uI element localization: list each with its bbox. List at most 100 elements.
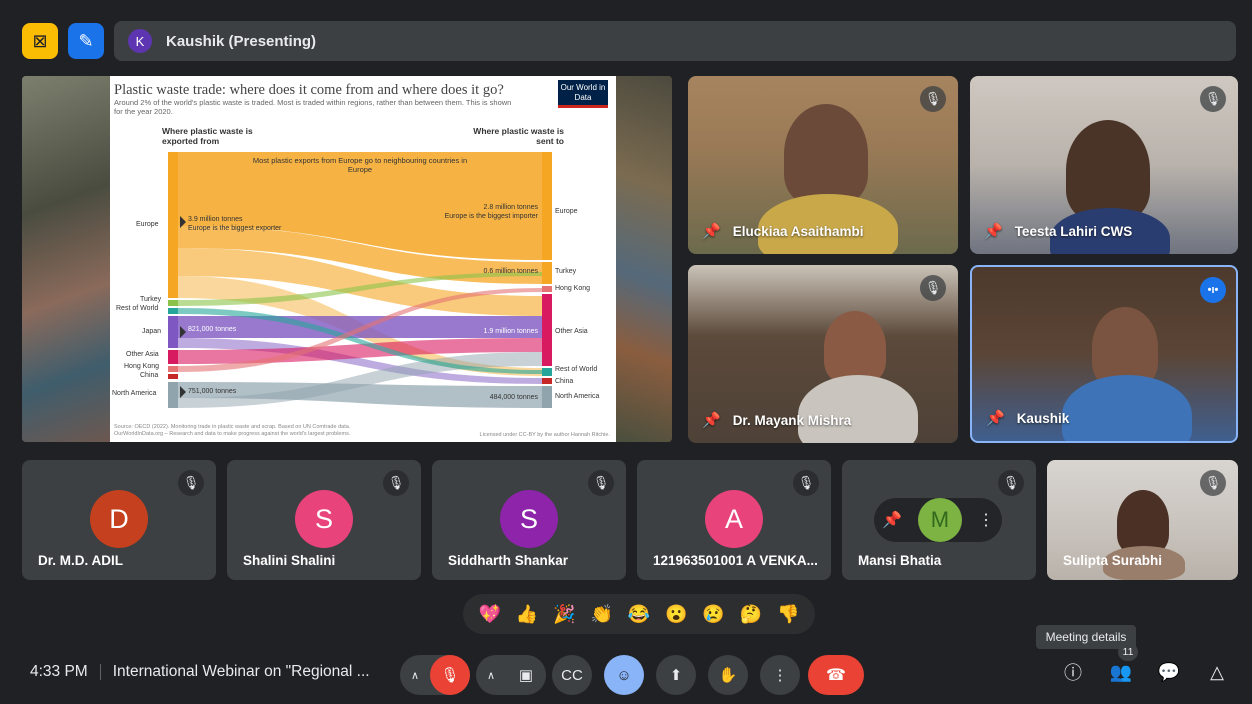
mic-off-icon: 🎙 <box>588 470 614 496</box>
node-japan-left <box>168 316 178 348</box>
presenter-label: Kaushik (Presenting) <box>166 32 317 50</box>
small-tile-siddharth[interactable]: S 🎙 Siddharth Shankar <box>432 460 626 580</box>
emoji-icon[interactable]: ☺ <box>604 655 644 695</box>
mic-off-icon[interactable]: 🎙 <box>430 655 470 695</box>
end-call-icon[interactable]: ☎ <box>808 655 864 695</box>
small-tile-venka[interactable]: A 🎙 121963501001 A VENKA... <box>637 460 831 580</box>
left-label-row: Rest of World <box>116 305 159 312</box>
camera-pill: ∧ ▣ <box>476 655 546 695</box>
pin-icon[interactable]: 📌 <box>986 409 1005 427</box>
right-label-china: China <box>555 378 574 385</box>
label-europe-export: 3.9 million tonnes <box>188 216 243 223</box>
node-row-left <box>168 308 178 314</box>
person-silhouette <box>784 104 868 204</box>
avatar: S <box>295 490 353 548</box>
small-tile-mansi[interactable]: 📌 M ⋮ 🎙 Mansi Bhatia <box>842 460 1036 580</box>
reaction-thumbs-down[interactable]: 👎 <box>777 604 799 625</box>
participant-name: Shalini Shalini <box>243 553 336 568</box>
pin-icon[interactable]: 📌 <box>984 222 1003 240</box>
pin-icon[interactable]: 📌 <box>702 411 721 429</box>
label-europe-import: 2.8 million tonnes <box>483 204 538 211</box>
pin-icon[interactable]: 📌 <box>702 222 721 240</box>
activities-icon[interactable]: △ <box>1204 659 1230 685</box>
camera-options-chevron-icon[interactable]: ∧ <box>476 669 506 682</box>
right-label-hongkong: Hong Kong <box>555 285 591 292</box>
small-tile-shalini[interactable]: S 🎙 Shalini Shalini <box>227 460 421 580</box>
person-silhouette <box>824 311 886 383</box>
slide-background-left <box>22 76 110 442</box>
mic-off-icon: 🎙 <box>920 275 946 301</box>
slide-license: Licensed under CC-BY by the author Hanna… <box>479 432 610 438</box>
pin-icon[interactable]: 📌 <box>882 510 902 530</box>
video-tile-mayank[interactable]: 🎙 📌 Dr. Mayank Mishra <box>688 265 958 443</box>
more-options-icon[interactable]: ⋮ <box>978 510 994 530</box>
annotate-pen-icon[interactable]: ✎ <box>68 23 104 59</box>
node-row-right <box>542 368 552 376</box>
label-na-export: 751,000 tonnes <box>188 388 237 395</box>
mic-pill: ∧ 🎙 <box>400 655 470 695</box>
info-icon[interactable]: ⓘ <box>1060 659 1086 685</box>
present-screen-icon[interactable]: ⬆ <box>656 655 696 695</box>
tile-name: 📌 Dr. Mayank Mishra <box>702 411 851 429</box>
reaction-thinking[interactable]: 🤔 <box>740 604 762 625</box>
reaction-surprised[interactable]: 😮 <box>665 604 687 625</box>
meet-window: ⊠ ✎ K Kaushik (Presenting) Plastic waste… <box>8 6 1244 698</box>
right-label-other-asia: Other Asia <box>555 328 588 335</box>
person-silhouette <box>1066 120 1150 220</box>
tile-name: 📌 Kaushik <box>986 409 1069 427</box>
reaction-sad[interactable]: 😢 <box>702 604 724 625</box>
node-china-right <box>542 378 552 384</box>
people-icon[interactable]: 👥 11 <box>1108 643 1138 685</box>
raise-hand-icon[interactable]: ✋ <box>708 655 748 695</box>
source-line-2: OurWorldInData.org – Research and data t… <box>114 431 351 437</box>
participant-name: Teesta Lahiri CWS <box>1014 223 1133 239</box>
node-other-asia-right <box>542 294 552 366</box>
node-hongkong-right <box>542 286 552 292</box>
label-turkey-import: 0.6 million tonnes <box>483 268 538 275</box>
participant-name: Dr. M.D. ADIL <box>38 553 124 568</box>
node-europe-left <box>168 152 178 298</box>
slide-source: Source: OECD (2022). Monitoring trade in… <box>114 424 414 438</box>
left-label-turkey: Turkey <box>140 296 162 303</box>
reaction-sparkle-heart[interactable]: 💖 <box>478 604 500 625</box>
video-tile-teesta[interactable]: 🎙 📌 Teesta Lahiri CWS <box>970 76 1238 254</box>
emoji-control: ☺ <box>604 655 644 695</box>
left-label-hongkong: Hong Kong <box>124 363 160 370</box>
video-tile-eluckiaa[interactable]: 🎙 📌 Eluckiaa Asaithambi <box>688 76 958 254</box>
small-tile-sulipta[interactable]: 🎙 Sulipta Surabhi <box>1047 460 1238 580</box>
camera-icon[interactable]: ▣ <box>506 655 546 695</box>
node-china-left <box>168 374 178 379</box>
annotation-top: Most plastic exports from Europe go to n… <box>252 156 468 174</box>
participant-name: Dr. Mayank Mishra <box>732 412 852 428</box>
participant-name: Sulipta Surabhi <box>1063 553 1163 568</box>
video-tile-kaushik[interactable]: •ı• 📌 Kaushik <box>970 265 1238 443</box>
reaction-laugh[interactable]: 😂 <box>628 604 650 625</box>
present-control: ⬆ <box>656 655 696 695</box>
more-options-icon[interactable]: ⋮ <box>760 655 800 695</box>
node-hongkong-left <box>168 366 178 372</box>
reaction-thumbs-up[interactable]: 👍 <box>516 604 538 625</box>
left-label-na: North America <box>112 390 157 397</box>
stop-presenting-icon[interactable]: ⊠ <box>22 23 58 59</box>
mic-control: ∧ 🎙 <box>400 655 470 695</box>
clock-time: 4:33 PM <box>30 663 88 680</box>
presenter-avatar: K <box>128 29 152 53</box>
captions-icon[interactable]: CC <box>552 655 592 695</box>
small-tile-adil[interactable]: D 🎙 Dr. M.D. ADIL <box>22 460 216 580</box>
chat-icon[interactable]: 💬 <box>1156 659 1182 685</box>
presentation-stage[interactable]: Plastic waste trade: where does it come … <box>22 76 672 442</box>
mic-options-chevron-icon[interactable]: ∧ <box>400 669 430 682</box>
camera-control: ∧ ▣ <box>476 655 546 695</box>
mic-off-icon: 🎙 <box>998 470 1024 496</box>
left-label-china: China <box>140 372 159 379</box>
bottom-bar: 4:33 PM International Webinar on "Region… <box>8 643 1244 698</box>
reaction-clap[interactable]: 👏 <box>590 604 612 625</box>
speaking-indicator-icon: •ı• <box>1200 277 1226 303</box>
presenter-pill[interactable]: K Kaushik (Presenting) <box>114 21 1236 61</box>
reaction-party[interactable]: 🎉 <box>553 604 575 625</box>
mic-off-icon: 🎙 <box>1200 470 1226 496</box>
sankey-diagram <box>168 152 552 408</box>
tile-name: 📌 Teesta Lahiri CWS <box>984 222 1132 240</box>
node-europe-right <box>542 152 552 260</box>
node-turkey-right <box>542 262 552 284</box>
